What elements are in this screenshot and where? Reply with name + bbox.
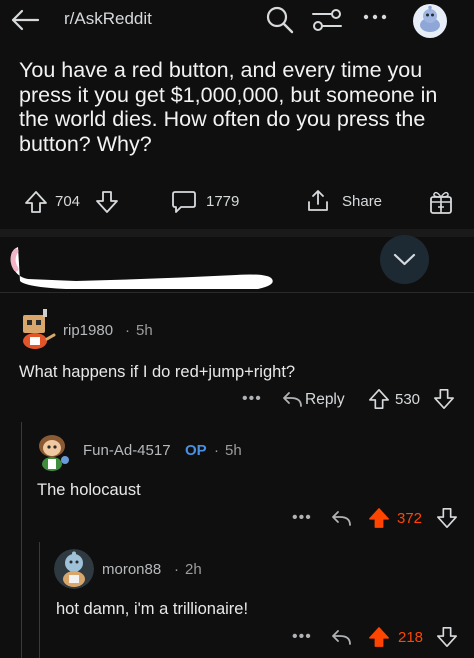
share-label[interactable]: Share bbox=[342, 193, 382, 210]
more-dots-icon[interactable]: ••• bbox=[292, 509, 312, 527]
post-comment-count: 1779 bbox=[206, 193, 240, 210]
award-gift-icon[interactable] bbox=[428, 188, 454, 216]
comment-time: 5h bbox=[225, 442, 242, 459]
avatar[interactable] bbox=[34, 432, 72, 472]
downvote-icon[interactable] bbox=[433, 388, 455, 410]
meta-separator: · bbox=[125, 322, 130, 339]
thread-line[interactable] bbox=[39, 542, 40, 658]
avatar[interactable] bbox=[54, 549, 94, 589]
op-badge: OP bbox=[185, 442, 207, 459]
upvote-icon[interactable] bbox=[24, 190, 48, 214]
top-bar: r/AskReddit bbox=[0, 0, 474, 42]
comment-time: 2h bbox=[185, 561, 202, 578]
avatar[interactable] bbox=[17, 307, 57, 351]
more-dots-icon[interactable]: ••• bbox=[292, 628, 312, 646]
comment-username[interactable]: Fun-Ad-4517 bbox=[83, 442, 171, 459]
meta-separator: · bbox=[214, 442, 219, 459]
redacted-scribble bbox=[6, 243, 286, 293]
row-divider bbox=[0, 292, 474, 293]
comment-vote-count: 530 bbox=[395, 391, 421, 408]
share-icon[interactable] bbox=[305, 188, 331, 214]
meta-separator: · bbox=[174, 561, 179, 578]
back-arrow-icon[interactable] bbox=[8, 6, 42, 34]
reply-arrow-icon[interactable] bbox=[330, 509, 352, 529]
thread-line[interactable] bbox=[21, 422, 22, 658]
collapse-thread-button[interactable] bbox=[380, 235, 429, 284]
upvote-active-icon[interactable] bbox=[368, 626, 390, 648]
upvote-icon[interactable] bbox=[368, 388, 390, 410]
reply-arrow-icon[interactable] bbox=[330, 628, 352, 648]
search-icon[interactable] bbox=[265, 5, 295, 35]
reply-button[interactable]: Reply bbox=[305, 391, 345, 409]
more-dots-icon[interactable]: ••• bbox=[242, 390, 262, 408]
subreddit-name[interactable]: r/AskReddit bbox=[64, 9, 152, 29]
comment-vote-count: 372 bbox=[397, 510, 423, 527]
more-dots-icon[interactable] bbox=[363, 13, 387, 21]
post-vote-count: 704 bbox=[55, 193, 81, 210]
comment-username[interactable]: rip1980 bbox=[63, 322, 113, 339]
user-avatar-icon[interactable] bbox=[412, 3, 448, 39]
reply-arrow-icon[interactable] bbox=[281, 390, 303, 410]
post-title[interactable]: You have a red button, and every time yo… bbox=[19, 58, 459, 156]
post-action-bar: 704 1779 Share bbox=[0, 180, 474, 224]
comment-bubble-icon[interactable] bbox=[171, 189, 197, 215]
upvote-active-icon[interactable] bbox=[368, 507, 390, 529]
downvote-icon[interactable] bbox=[436, 507, 458, 529]
comment-body[interactable]: hot damn, i'm a trillionaire! bbox=[56, 600, 248, 619]
comment-body[interactable]: The holocaust bbox=[37, 481, 141, 500]
comment-time: 5h bbox=[136, 322, 153, 339]
comment-username[interactable]: moron88 bbox=[102, 561, 161, 578]
sort-filter-icon[interactable] bbox=[311, 7, 343, 33]
downvote-icon[interactable] bbox=[95, 190, 119, 214]
downvote-icon[interactable] bbox=[436, 626, 458, 648]
comment-body[interactable]: What happens if I do red+jump+right? bbox=[19, 363, 295, 382]
chevron-down-icon bbox=[392, 250, 417, 268]
comment-vote-count: 218 bbox=[398, 629, 424, 646]
